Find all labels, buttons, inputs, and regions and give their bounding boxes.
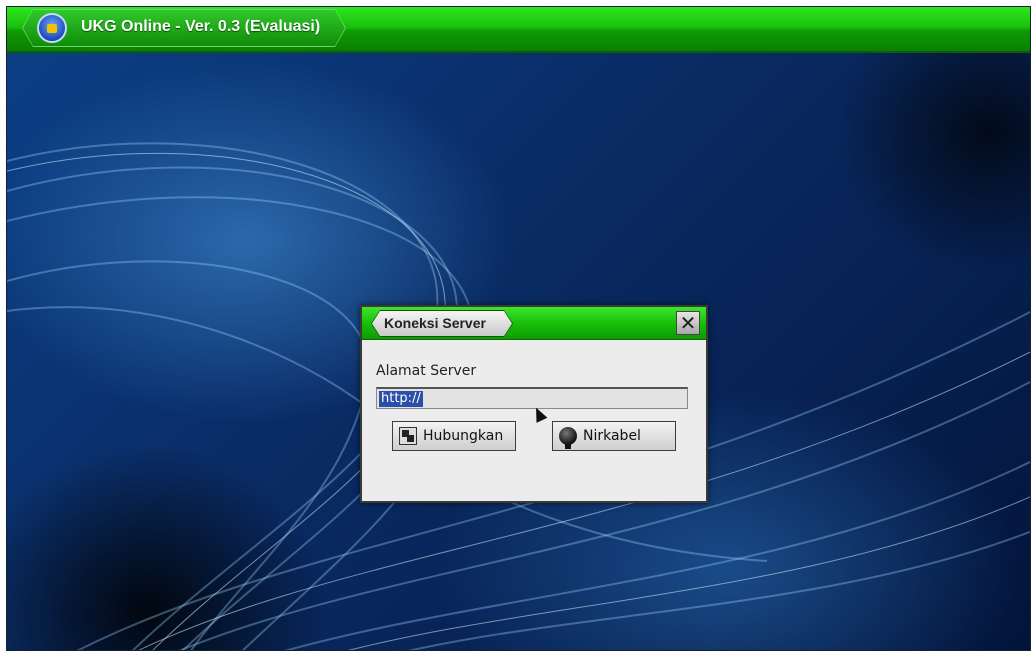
server-address-selected-text: http:// xyxy=(379,391,423,407)
connect-button-label: Hubungkan xyxy=(423,428,504,444)
dialog-title: Koneksi Server xyxy=(384,315,486,331)
server-address-label: Alamat Server xyxy=(376,363,477,379)
close-icon: ✕ xyxy=(679,311,697,335)
app-title: UKG Online - Ver. 0.3 (Evaluasi) xyxy=(81,18,321,35)
wireless-icon xyxy=(559,427,577,449)
wireless-button[interactable]: Nirkabel xyxy=(552,421,676,451)
app-titlebar: UKG Online - Ver. 0.3 (Evaluasi) xyxy=(7,7,1030,53)
dialog-close-button[interactable]: ✕ xyxy=(676,311,700,335)
connect-button[interactable]: Hubungkan xyxy=(392,421,516,451)
server-connection-dialog: Koneksi Server ✕ Alamat Server http:// H… xyxy=(360,305,708,503)
wireless-button-label: Nirkabel xyxy=(583,428,641,444)
app-window: UKG Online - Ver. 0.3 (Evaluasi) Koneksi… xyxy=(6,6,1031,651)
dialog-titlebar[interactable]: Koneksi Server ✕ xyxy=(362,307,706,340)
network-connect-icon xyxy=(399,427,417,445)
education-emblem-icon xyxy=(37,13,67,43)
